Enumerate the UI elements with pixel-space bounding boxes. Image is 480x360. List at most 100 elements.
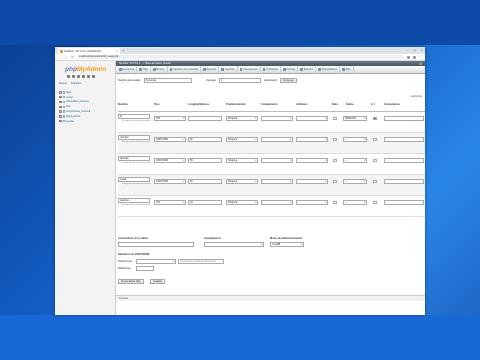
- central-column-link[interactable]: Escoge de la columna central: [122, 141, 151, 143]
- menu-search[interactable]: Buscar: [151, 65, 168, 74]
- expand-icon[interactable]: +: [59, 91, 62, 94]
- length-input[interactable]: 50: [188, 158, 222, 163]
- attributes-select[interactable]: [296, 158, 328, 163]
- engine-select[interactable]: InnoDB: [270, 242, 304, 247]
- docs-icon[interactable]: [82, 75, 85, 78]
- default-select[interactable]: Ninguna: [226, 158, 258, 163]
- attributes-select[interactable]: [296, 116, 328, 121]
- gear-icon[interactable]: ⚙: [419, 62, 422, 66]
- length-input[interactable]: 10: [188, 200, 222, 205]
- partition-by-select[interactable]: [136, 259, 176, 264]
- save-button[interactable]: Guardar: [150, 279, 166, 284]
- comments-input[interactable]: [384, 116, 424, 121]
- new-tab-icon[interactable]: +: [122, 48, 124, 54]
- index-select[interactable]: ---: [343, 137, 367, 142]
- comments-input[interactable]: [384, 200, 424, 205]
- comments-input[interactable]: [384, 137, 424, 142]
- type-select[interactable]: VARCHAR: [154, 158, 186, 163]
- tree-item-db[interactable]: + prueba: [55, 119, 115, 124]
- attributes-select[interactable]: [296, 137, 328, 142]
- column-name-input[interactable]: email: [118, 177, 150, 182]
- profile-icon[interactable]: [412, 55, 416, 59]
- menu-structure[interactable]: Estructura: [117, 65, 138, 74]
- column-name-input[interactable]: apellido: [118, 156, 150, 161]
- attributes-select[interactable]: [296, 200, 328, 205]
- central-column-link[interactable]: Escoge de la columna central: [122, 120, 151, 122]
- length-input[interactable]: 50: [188, 137, 222, 142]
- collation-select[interactable]: [261, 137, 293, 142]
- central-column-link[interactable]: Escoge de la columna central: [122, 183, 151, 185]
- partitions-count-input[interactable]: [136, 266, 154, 271]
- menu-events[interactable]: Eventos: [298, 65, 317, 74]
- type-select[interactable]: VARCHAR: [154, 137, 186, 142]
- default-select[interactable]: Ninguna: [226, 200, 258, 205]
- reload-nav-icon[interactable]: [92, 75, 95, 78]
- menu-triggers[interactable]: Disparadores: [316, 65, 341, 74]
- expand-icon[interactable]: +: [59, 100, 62, 104]
- default-select[interactable]: Ninguna: [226, 116, 258, 121]
- close-tab-icon[interactable]: ×: [116, 49, 118, 53]
- column-name-input[interactable]: nombre: [118, 135, 150, 140]
- comments-input[interactable]: [384, 179, 424, 184]
- collation-select[interactable]: [261, 179, 293, 184]
- length-input[interactable]: 60: [188, 179, 222, 184]
- null-checkbox[interactable]: [333, 137, 337, 141]
- default-select[interactable]: Ninguna: [226, 137, 258, 142]
- ai-checkbox[interactable]: [373, 200, 377, 204]
- expand-icon[interactable]: +: [59, 95, 62, 99]
- attributes-select[interactable]: [296, 179, 328, 184]
- forward-arrow-icon[interactable]: →: [65, 55, 69, 59]
- add-columns-input[interactable]: 1: [218, 78, 261, 83]
- menu-more[interactable]: Más: [340, 65, 354, 74]
- type-select[interactable]: VARCHAR: [154, 179, 186, 184]
- tab-recent[interactable]: Recent: [59, 82, 67, 85]
- expand-icon[interactable]: +: [59, 115, 62, 118]
- index-select[interactable]: ---: [343, 158, 367, 163]
- home-icon[interactable]: [67, 75, 70, 78]
- tab-favorites[interactable]: Favorites: [71, 82, 81, 85]
- url-field[interactable]: localhost/phpmyadmin/tbl_create.php: [76, 54, 404, 60]
- preview-sql-button[interactable]: Previsualizar SQL: [118, 279, 145, 284]
- back-arrow-icon[interactable]: ←: [58, 55, 62, 59]
- menu-operations[interactable]: Operaciones: [238, 65, 261, 74]
- length-input[interactable]: [188, 116, 222, 121]
- collation-select[interactable]: [261, 116, 293, 121]
- column-name-input[interactable]: id: [118, 114, 150, 119]
- expand-icon[interactable]: +: [59, 105, 62, 108]
- ai-checkbox[interactable]: [373, 179, 377, 183]
- type-select[interactable]: INT: [154, 116, 186, 121]
- ai-checkbox[interactable]: [373, 116, 377, 120]
- browser-menu-icon[interactable]: ⋮: [419, 55, 423, 59]
- minimize-icon[interactable]: –: [407, 48, 409, 52]
- table-comments-input[interactable]: [118, 242, 194, 247]
- close-window-icon[interactable]: ×: [421, 48, 423, 52]
- expand-icon[interactable]: +: [59, 110, 62, 113]
- index-select[interactable]: PRIMARY: [343, 116, 367, 121]
- ai-checkbox[interactable]: [373, 137, 377, 141]
- reload-icon[interactable]: ↻: [71, 55, 74, 59]
- collation-select[interactable]: [261, 200, 293, 205]
- table-name-input[interactable]: Personas: [143, 78, 192, 83]
- menu-import[interactable]: Importar: [219, 65, 238, 74]
- index-select[interactable]: ---: [343, 200, 367, 205]
- menu-query[interactable]: Generar una consulta: [168, 65, 202, 74]
- null-checkbox[interactable]: [333, 158, 337, 162]
- logout-icon[interactable]: [72, 75, 75, 78]
- null-checkbox[interactable]: [333, 200, 337, 204]
- menu-routines[interactable]: Rutinas: [281, 65, 299, 74]
- collation-select[interactable]: [261, 158, 293, 163]
- console-bar[interactable]: Consola: [116, 295, 425, 301]
- index-select[interactable]: ---: [343, 179, 367, 184]
- partition-expression-input[interactable]: ( Expresión o lista de columnas ): [178, 259, 224, 264]
- null-checkbox[interactable]: [333, 179, 337, 183]
- settings-icon[interactable]: [87, 75, 90, 78]
- browser-tab[interactable]: localhost / 127.0.0.1 | phpMyAdmin ×: [58, 48, 120, 54]
- phpmyadmin-logo[interactable]: phpMyAdmin: [65, 66, 115, 73]
- help-icon[interactable]: [77, 75, 80, 78]
- type-select[interactable]: INT: [154, 200, 186, 205]
- central-column-link[interactable]: Escoge de la columna central: [122, 162, 151, 164]
- continue-button[interactable]: Continuar: [279, 78, 297, 83]
- menu-export[interactable]: Exportar: [201, 65, 220, 74]
- ai-checkbox[interactable]: [373, 158, 377, 162]
- menu-sql[interactable]: SQL: [137, 65, 152, 74]
